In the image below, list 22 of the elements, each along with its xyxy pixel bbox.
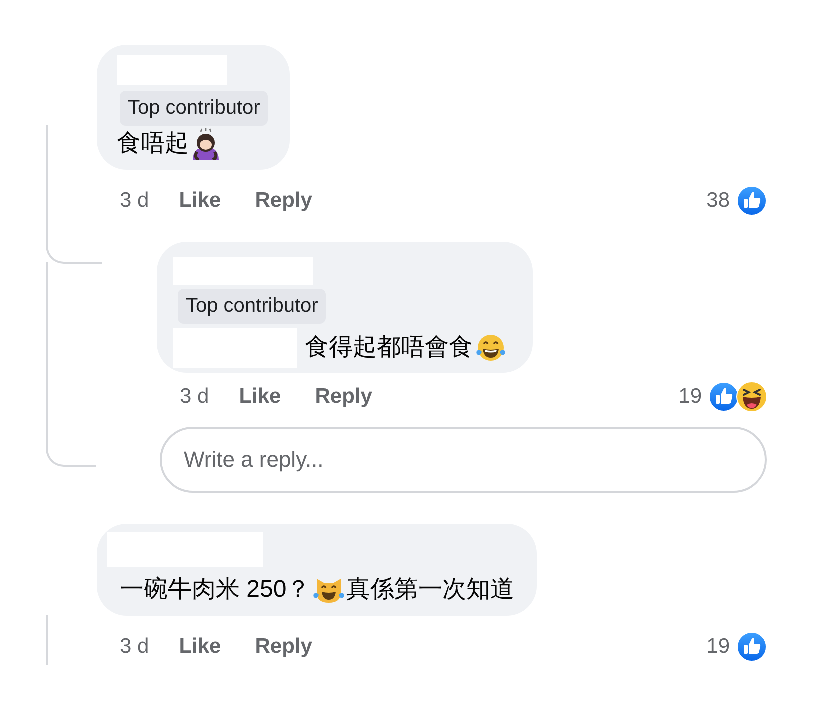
comment-text: 真係第一次知道 bbox=[346, 575, 515, 605]
comment-text: 一碗牛肉米 250？ bbox=[120, 575, 311, 605]
comment-text: 食唔起 bbox=[117, 129, 189, 159]
comment-time: 3 d bbox=[180, 385, 210, 409]
reply-button[interactable]: Reply bbox=[255, 635, 312, 659]
tears-of-joy-emoji-icon bbox=[475, 333, 507, 363]
like-button[interactable]: Like bbox=[179, 189, 222, 213]
comment-time: 3 d bbox=[120, 635, 150, 659]
top-contributor-badge: Top contributor bbox=[120, 91, 268, 126]
thread-line bbox=[46, 615, 48, 665]
reaction-count: 19 bbox=[678, 385, 702, 409]
reply-button[interactable]: Reply bbox=[315, 385, 372, 409]
reaction-count: 19 bbox=[706, 635, 730, 659]
like-button[interactable]: Like bbox=[239, 385, 282, 409]
reply-input-field[interactable]: Write a reply... bbox=[160, 427, 767, 493]
reply-button[interactable]: Reply bbox=[255, 189, 312, 213]
comment-text: 食得起都唔會食 bbox=[305, 333, 473, 363]
bowing-person-icon bbox=[191, 128, 221, 160]
top-contributor-badge: Top contributor bbox=[178, 289, 326, 324]
comment-time: 3 d bbox=[120, 189, 150, 213]
reaction-count: 38 bbox=[706, 189, 730, 213]
like-button[interactable]: Like bbox=[179, 635, 222, 659]
